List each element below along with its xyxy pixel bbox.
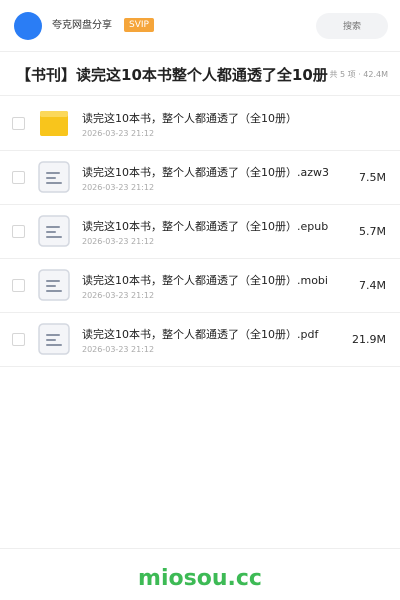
file-checkbox[interactable] xyxy=(12,117,25,130)
file-row[interactable]: 读完这10本书，整个人都通透了（全10册）.epub 2026-03-23 21… xyxy=(0,205,400,259)
file-size: 7.4M xyxy=(359,279,386,292)
file-checkbox[interactable] xyxy=(12,225,25,238)
file-date: 2026-03-23 21:12 xyxy=(82,345,155,354)
file-row[interactable]: 读完这10本书，整个人都通透了（全10册） 2026-03-23 21:12 xyxy=(0,97,400,151)
file-row[interactable]: 读完这10本书，整个人都通透了（全10册）.azw3 2026-03-23 21… xyxy=(0,151,400,205)
brand-logo[interactable]: miosou.cc xyxy=(0,565,400,593)
file-size: 21.9M xyxy=(352,333,386,346)
file-name[interactable]: 读完这10本书，整个人都通透了（全10册）.azw3 xyxy=(82,166,329,180)
file-checkbox[interactable] xyxy=(12,279,25,292)
document-icon xyxy=(38,269,70,301)
document-icon xyxy=(38,215,70,247)
folder-icon xyxy=(40,111,68,136)
file-date: 2026-03-23 21:12 xyxy=(82,237,155,246)
file-name[interactable]: 读完这10本书，整个人都通透了（全10册）.mobi xyxy=(82,274,328,288)
file-name[interactable]: 读完这10本书，整个人都通透了（全10册） xyxy=(82,112,297,126)
svip-badge: SVIP xyxy=(124,18,154,32)
document-icon xyxy=(38,323,70,355)
file-date: 2026-03-23 21:12 xyxy=(82,291,155,300)
share-title: 【书刊】读完这10本书整个人都通透了全10册 xyxy=(16,66,328,84)
file-date: 2026-03-23 21:12 xyxy=(82,183,155,192)
file-date: 2026-03-23 21:12 xyxy=(82,129,155,138)
file-checkbox[interactable] xyxy=(12,171,25,184)
username: 夸克网盘分享 xyxy=(52,20,112,31)
header: 夸克网盘分享 SVIP xyxy=(0,0,400,52)
share-meta: 共 5 项 · 42.4M xyxy=(329,70,388,79)
search-input[interactable] xyxy=(316,13,388,39)
document-icon xyxy=(38,161,70,193)
file-row[interactable]: 读完这10本书，整个人都通透了（全10册）.mobi 2026-03-23 21… xyxy=(0,259,400,313)
avatar[interactable] xyxy=(14,12,42,40)
file-size: 7.5M xyxy=(359,171,386,184)
file-size: 5.7M xyxy=(359,225,386,238)
share-title-row: 【书刊】读完这10本书整个人都通透了全10册 共 5 项 · 42.4M xyxy=(0,52,400,96)
file-name[interactable]: 读完这10本书，整个人都通透了（全10册）.pdf xyxy=(82,328,318,342)
file-row[interactable]: 读完这10本书，整个人都通透了（全10册）.pdf 2026-03-23 21:… xyxy=(0,313,400,367)
file-name[interactable]: 读完这10本书，整个人都通透了（全10册）.epub xyxy=(82,220,328,234)
file-list: 读完这10本书，整个人都通透了（全10册） 2026-03-23 21:12 读… xyxy=(0,97,400,367)
file-checkbox[interactable] xyxy=(12,333,25,346)
footer: miosou.cc xyxy=(0,548,400,600)
